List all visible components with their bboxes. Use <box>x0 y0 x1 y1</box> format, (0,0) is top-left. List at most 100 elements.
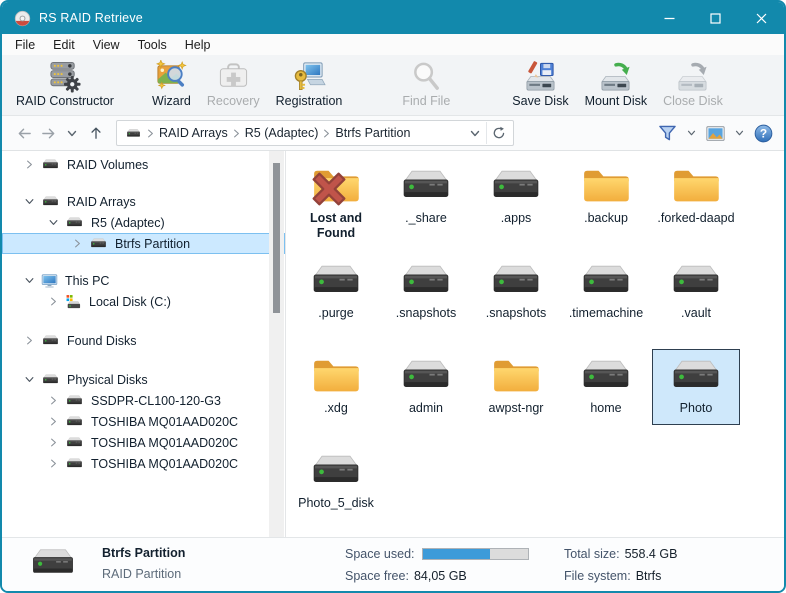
raid-constructor-button[interactable]: RAID Constructor <box>8 59 122 109</box>
file-item-apps[interactable]: .apps <box>472 159 560 235</box>
tree-item-found-disks[interactable]: Found Disks <box>2 330 285 351</box>
chevron-right-icon[interactable] <box>25 160 34 169</box>
minimize-button[interactable] <box>646 2 692 34</box>
breadcrumb-separator-icon <box>147 129 154 138</box>
file-item-admin[interactable]: admin <box>382 349 470 425</box>
recovery-icon <box>217 60 250 93</box>
app-logo-icon <box>14 10 31 27</box>
back-button[interactable] <box>12 121 36 145</box>
file-item-purge[interactable]: .purge <box>292 254 380 330</box>
drive-icon <box>65 393 84 408</box>
file-item-backup[interactable]: .backup <box>562 159 650 235</box>
refresh-button[interactable] <box>486 122 511 144</box>
space-used-progress-fill <box>423 549 490 559</box>
file-item-awpst-ngr[interactable]: awpst-ngr <box>472 349 560 425</box>
menu-file[interactable]: File <box>6 36 44 54</box>
tree-item-btrfs-partition[interactable]: Btrfs Partition <box>2 233 285 254</box>
file-item-photo-5-disk[interactable]: Photo_5_disk <box>292 444 380 520</box>
chevron-down-icon[interactable] <box>25 375 34 384</box>
file-item-vault[interactable]: .vault <box>652 254 740 330</box>
breadcrumb-segment-raid-arrays[interactable]: RAID Arrays <box>159 126 228 140</box>
chevron-down-icon[interactable] <box>25 197 34 206</box>
tree-item-raid-volumes[interactable]: RAID Volumes <box>2 154 285 175</box>
tree-item-ssdpr-cl100[interactable]: SSDPR-CL100-120-G3 <box>2 390 285 411</box>
chevron-right-icon[interactable] <box>49 438 58 447</box>
tree-scrollbar[interactable] <box>269 151 284 537</box>
filter-button[interactable] <box>655 121 680 145</box>
menu-edit[interactable]: Edit <box>44 36 84 54</box>
drive-icon <box>41 333 60 348</box>
chevron-down-icon[interactable] <box>49 218 58 227</box>
view-mode-dropdown-icon[interactable] <box>735 130 744 136</box>
close-disk-icon <box>676 60 709 93</box>
file-item-snapshots-2[interactable]: .snapshots <box>472 254 560 330</box>
tree-item-toshiba-3[interactable]: TOSHIBA MQ01AAD020C <box>2 453 285 474</box>
tree-item-physical-disks[interactable]: Physical Disks <box>2 369 285 390</box>
tree-item-local-disk-c[interactable]: Local Disk (C:) <box>2 291 285 312</box>
file-item-photo[interactable]: Photo <box>652 349 740 425</box>
wizard-button[interactable]: Wizard <box>144 59 199 109</box>
back-icon <box>17 127 32 140</box>
chevron-down-icon[interactable] <box>25 276 34 285</box>
menu-help[interactable]: Help <box>176 36 220 54</box>
close-button[interactable] <box>738 2 784 34</box>
mount-disk-button[interactable]: Mount Disk <box>577 59 656 109</box>
help-button[interactable] <box>751 121 776 145</box>
mount-disk-icon <box>599 60 632 93</box>
status-item-type: RAID Partition <box>102 567 181 581</box>
file-item-forked-daapd[interactable]: .forked-daapd <box>652 159 740 235</box>
filter-icon <box>658 125 677 142</box>
drive-icon <box>65 414 84 429</box>
forward-icon <box>41 127 56 140</box>
forward-button[interactable] <box>36 121 60 145</box>
chevron-right-icon[interactable] <box>25 336 34 345</box>
menu-tools[interactable]: Tools <box>129 36 176 54</box>
menu-bar: File Edit View Tools Help <box>2 34 784 55</box>
chevron-right-icon[interactable] <box>49 459 58 468</box>
breadcrumb[interactable]: RAID Arrays R5 (Adaptec) Btrfs Partition <box>116 120 514 146</box>
registration-icon <box>293 60 326 93</box>
address-dropdown-button[interactable] <box>463 122 486 144</box>
view-mode-button[interactable] <box>703 121 728 145</box>
recent-locations-button[interactable] <box>60 121 84 145</box>
drive-icon <box>65 456 84 471</box>
file-item-lost-and-found[interactable]: Lost and Found <box>292 159 380 235</box>
address-bar: RAID Arrays R5 (Adaptec) Btrfs Partition <box>2 116 784 151</box>
chevron-right-icon[interactable] <box>49 297 58 306</box>
chevron-right-icon[interactable] <box>49 396 58 405</box>
tree-item-toshiba-2[interactable]: TOSHIBA MQ01AAD020C <box>2 432 285 453</box>
file-item-timemachine[interactable]: .timemachine <box>562 254 650 330</box>
chevron-right-icon[interactable] <box>49 417 58 426</box>
wizard-icon <box>155 60 188 93</box>
breadcrumb-segment-btrfs-partition[interactable]: Btrfs Partition <box>335 126 410 140</box>
filter-dropdown-icon[interactable] <box>687 130 696 136</box>
maximize-button[interactable] <box>692 2 738 34</box>
tree-item-r5-adaptec[interactable]: R5 (Adaptec) <box>2 212 285 233</box>
file-item-xdg[interactable]: .xdg <box>292 349 380 425</box>
status-total-size: Total size:558.4 GB <box>564 547 677 561</box>
up-button[interactable] <box>84 121 108 145</box>
registration-button[interactable]: Registration <box>268 59 351 109</box>
file-item-snapshots-1[interactable]: .snapshots <box>382 254 470 330</box>
folder-icon <box>308 353 364 399</box>
drive-icon <box>308 258 364 304</box>
tree-item-raid-arrays[interactable]: RAID Arrays <box>2 191 285 212</box>
raid-constructor-icon <box>48 60 81 93</box>
recovery-button: Recovery <box>199 59 268 109</box>
file-item-share[interactable]: ._share <box>382 159 470 235</box>
tree-item-toshiba-1[interactable]: TOSHIBA MQ01AAD020C <box>2 411 285 432</box>
save-disk-button[interactable]: Save Disk <box>504 59 576 109</box>
breadcrumb-segment-r5-adaptec[interactable]: R5 (Adaptec) <box>245 126 319 140</box>
menu-view[interactable]: View <box>84 36 129 54</box>
drive-icon <box>41 372 60 387</box>
tree-scrollbar-thumb[interactable] <box>273 163 280 313</box>
drive-icon <box>65 215 84 230</box>
drive-icon <box>89 236 108 251</box>
file-item-home[interactable]: home <box>562 349 650 425</box>
drive-icon <box>28 542 78 584</box>
breadcrumb-separator-icon <box>323 129 330 138</box>
chevron-right-icon[interactable] <box>73 239 82 248</box>
close-disk-button: Close Disk <box>655 59 731 109</box>
tree-item-this-pc[interactable]: This PC <box>2 270 285 291</box>
drive-icon <box>578 353 634 399</box>
